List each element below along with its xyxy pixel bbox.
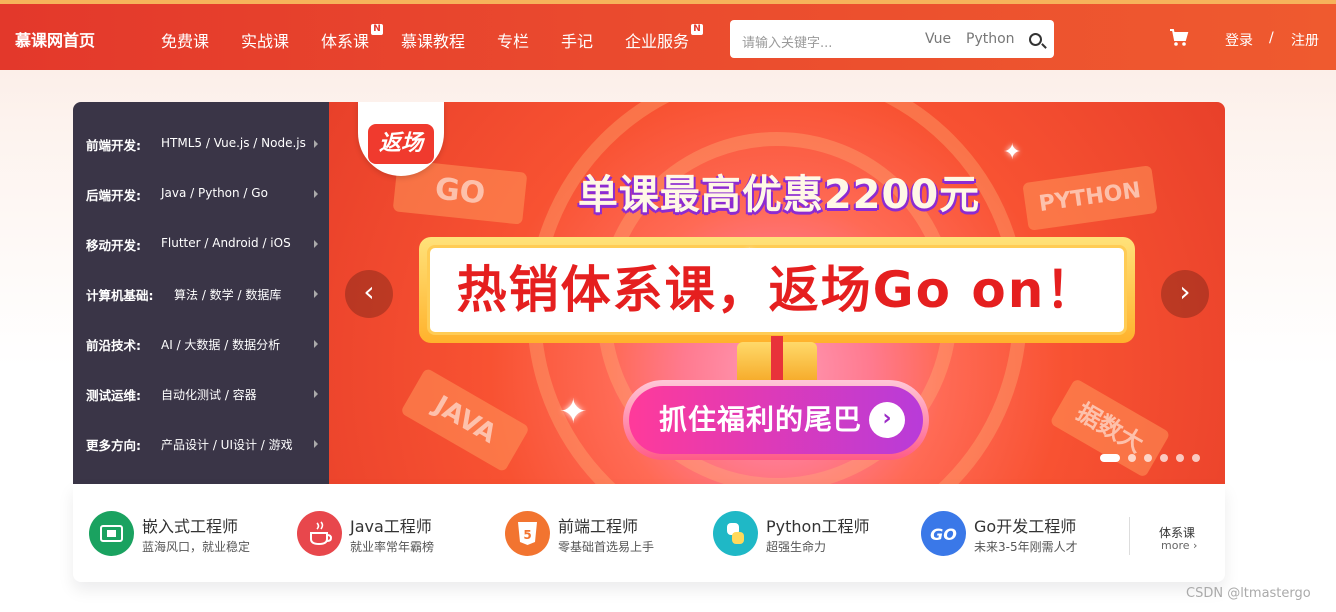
menu-subjects: 产品设计 / UI设计 / 游戏 bbox=[161, 438, 293, 452]
svg-text:GO: GO bbox=[930, 525, 957, 544]
career-paths: 嵌入式工程师 蓝海风口，就业稳定 Java工程师 就业率常年霸榜 5 前端工程师… bbox=[73, 484, 1225, 582]
path-name: Go开发工程师 bbox=[974, 517, 1077, 536]
menu-item-mobile[interactable]: 移动开发: Flutter / Android / iOS bbox=[73, 219, 329, 269]
python-icon bbox=[713, 511, 758, 556]
menu-item-cs-basics[interactable]: 计算机基础: 算法 / 数学 / 数据库 bbox=[73, 269, 329, 319]
path-desc: 就业率常年霸榜 bbox=[350, 540, 435, 554]
slide-dot[interactable] bbox=[1192, 454, 1200, 462]
menu-item-frontend[interactable]: 前端开发: HTML5 / Vue.js / Node.js bbox=[73, 119, 329, 169]
menu-subjects: Java / Python / Go bbox=[161, 186, 268, 200]
prev-slide-button[interactable]: ‹ bbox=[345, 270, 393, 318]
html5-icon: 5 bbox=[505, 511, 550, 556]
menu-category: 移动开发: bbox=[86, 238, 141, 253]
divider bbox=[1129, 517, 1130, 555]
slide-dot[interactable] bbox=[1160, 454, 1168, 462]
menu-subjects: Flutter / Android / iOS bbox=[161, 236, 291, 250]
menu-category: 前端开发: bbox=[86, 138, 141, 153]
nav-columns[interactable]: 专栏 bbox=[497, 28, 529, 52]
hot-word-vue[interactable]: Vue bbox=[925, 31, 951, 47]
menu-item-backend[interactable]: 后端开发: Java / Python / Go bbox=[73, 169, 329, 219]
path-desc: 未来3-5年刚需人才 bbox=[974, 540, 1078, 554]
bigdata-tile: 据数大 bbox=[1049, 377, 1171, 479]
menu-category: 后端开发: bbox=[86, 188, 141, 203]
path-name: Python工程师 bbox=[766, 517, 870, 536]
nav-notes[interactable]: 手记 bbox=[561, 28, 593, 52]
path-name: 嵌入式工程师 bbox=[142, 517, 239, 536]
java-tile: JAVA bbox=[400, 367, 530, 473]
menu-item-frontier[interactable]: 前沿技术: AI / 大数据 / 数据分析 bbox=[73, 319, 329, 369]
chevron-right-icon bbox=[314, 240, 318, 248]
menu-subjects: HTML5 / Vue.js / Node.js bbox=[161, 136, 306, 150]
path-name: 前端工程师 bbox=[558, 517, 639, 536]
java-cup-icon bbox=[297, 511, 342, 556]
chevron-right-icon bbox=[314, 190, 318, 198]
banner-plaque: 热销体系课，返场Go on！ bbox=[419, 237, 1135, 343]
slide-dot[interactable] bbox=[1176, 454, 1184, 462]
arrow-right-icon: › bbox=[869, 402, 905, 438]
menu-category: 计算机基础: bbox=[86, 288, 154, 303]
menu-category: 测试运维: bbox=[86, 388, 141, 403]
search-input[interactable]: 请输入关键字... bbox=[742, 32, 832, 51]
nav-tutorials[interactable]: 慕课教程 bbox=[401, 28, 465, 52]
path-desc: 超强生命力 bbox=[766, 540, 827, 554]
hot-word-python[interactable]: Python bbox=[966, 31, 1015, 47]
nav-system-courses[interactable]: 体系课 bbox=[321, 28, 369, 52]
slide-dot[interactable] bbox=[1144, 454, 1152, 462]
menu-category: 前沿技术: bbox=[86, 338, 141, 353]
register-link[interactable]: 注册 bbox=[1291, 30, 1319, 50]
menu-subjects: AI / 大数据 / 数据分析 bbox=[161, 338, 281, 352]
category-menu: 前端开发: HTML5 / Vue.js / Node.js 后端开发: Jav… bbox=[73, 102, 329, 484]
sparkle-icon: ✦ bbox=[1003, 140, 1022, 165]
separator: / bbox=[1269, 30, 1274, 46]
nav-practical-courses[interactable]: 实战课 bbox=[241, 28, 289, 52]
search-icon[interactable] bbox=[1029, 33, 1042, 46]
go-gopher-icon: GO bbox=[921, 511, 966, 556]
path-name: Java工程师 bbox=[350, 517, 432, 536]
chevron-right-icon bbox=[314, 140, 318, 148]
menu-item-testing-ops[interactable]: 测试运维: 自动化测试 / 容器 bbox=[73, 369, 329, 419]
sparkle-icon: ✦ bbox=[743, 244, 757, 263]
cart-icon[interactable] bbox=[1169, 28, 1189, 48]
promo-banner[interactable]: GO PYTHON JAVA 据数大 返场 单课最高优惠2200元 热销体系课，… bbox=[329, 102, 1225, 484]
home-logo-link[interactable]: 慕课网首页 bbox=[15, 27, 95, 51]
search-box[interactable]: 请输入关键字... Vue Python bbox=[730, 20, 1054, 58]
sparkle-icon: ✦ bbox=[559, 392, 588, 432]
svg-text:5: 5 bbox=[523, 528, 531, 542]
next-slide-button[interactable]: › bbox=[1161, 270, 1209, 318]
top-header: 慕课网首页 免费课 实战课 体系课 N 慕课教程 专栏 手记 企业服务 N 请输… bbox=[0, 0, 1336, 70]
chevron-right-icon bbox=[314, 340, 318, 348]
menu-category: 更多方向: bbox=[86, 438, 141, 453]
chevron-right-icon bbox=[314, 290, 318, 298]
python-tile: PYTHON bbox=[1022, 165, 1158, 231]
nav-free-courses[interactable]: 免费课 bbox=[161, 28, 209, 52]
watermark: CSDN @ltmastergo bbox=[1186, 586, 1311, 601]
banner-headline: 单课最高优惠2200元 bbox=[577, 172, 981, 218]
login-link[interactable]: 登录 bbox=[1225, 30, 1253, 50]
cta-button[interactable]: 抓住福利的尾巴 › bbox=[623, 380, 929, 460]
banner-main-text: 热销体系课，返场Go on！ bbox=[427, 245, 1127, 335]
slide-dot[interactable] bbox=[1100, 454, 1120, 462]
more-link[interactable]: more › bbox=[1161, 539, 1197, 552]
chip-icon bbox=[89, 511, 134, 556]
new-badge: N bbox=[691, 24, 703, 35]
menu-subjects: 自动化测试 / 容器 bbox=[161, 388, 257, 402]
slide-dot[interactable] bbox=[1128, 454, 1136, 462]
chevron-right-icon bbox=[314, 440, 318, 448]
path-desc: 零基础首选易上手 bbox=[558, 540, 655, 554]
path-desc: 蓝海风口，就业稳定 bbox=[142, 540, 251, 554]
return-badge-label: 返场 bbox=[368, 124, 434, 164]
chevron-right-icon bbox=[314, 390, 318, 398]
nav-enterprise[interactable]: 企业服务 bbox=[625, 28, 689, 52]
menu-item-more[interactable]: 更多方向: 产品设计 / UI设计 / 游戏 bbox=[73, 419, 329, 469]
new-badge: N bbox=[371, 24, 383, 35]
menu-subjects: 算法 / 数学 / 数据库 bbox=[174, 288, 282, 302]
